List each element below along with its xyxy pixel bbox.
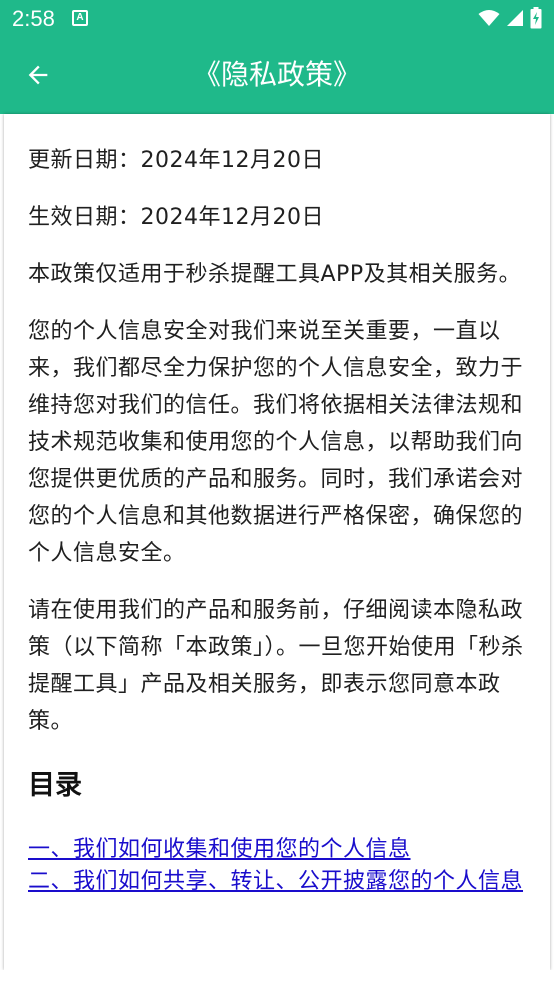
intro-paragraph: 您的个人信息安全对我们来说至关重要，一直以来，我们都尽全力保护您的个人信息安全，… (28, 319, 524, 566)
notification-app-icon: A (72, 10, 88, 26)
arrow-left-icon (28, 65, 48, 85)
app-bar: 《隐私政策》 (0, 36, 554, 114)
status-icons (478, 7, 542, 29)
policy-text-container: 更新日期：2024年12月20日 生效日期：2024年12月20日 本政策仅适用… (28, 142, 526, 898)
status-time: 2:58 (12, 6, 55, 31)
wifi-icon (478, 10, 500, 26)
toc-link-share-transfer[interactable]: 二、我们如何共享、转让、公开披露您的个人信息 (28, 866, 526, 898)
status-bar: 2:58 A (0, 0, 554, 36)
signal-icon (507, 10, 523, 26)
toc-heading: 目录 (28, 770, 82, 801)
scope-paragraph: 本政策仅适用于秒杀提醒工具APP及其相关服务。 (28, 262, 522, 287)
update-date: 更新日期：2024年12月20日 (28, 148, 324, 173)
notification-letter: A (76, 12, 84, 23)
policy-content[interactable]: 更新日期：2024年12月20日 生效日期：2024年12月20日 本政策仅适用… (4, 114, 550, 970)
page-title: 《隐私政策》 (192, 58, 361, 91)
notice-paragraph: 请在使用我们的产品和服务前，仔细阅读本隐私政策（以下简称「本政策」）。一旦您开始… (28, 598, 524, 734)
bottom-strip (0, 970, 554, 986)
back-button[interactable] (14, 51, 62, 99)
effective-date: 生效日期：2024年12月20日 (28, 205, 324, 230)
battery-charging-icon (530, 7, 542, 29)
toc-link-collect-use[interactable]: 一、我们如何收集和使用您的个人信息 (28, 834, 526, 866)
